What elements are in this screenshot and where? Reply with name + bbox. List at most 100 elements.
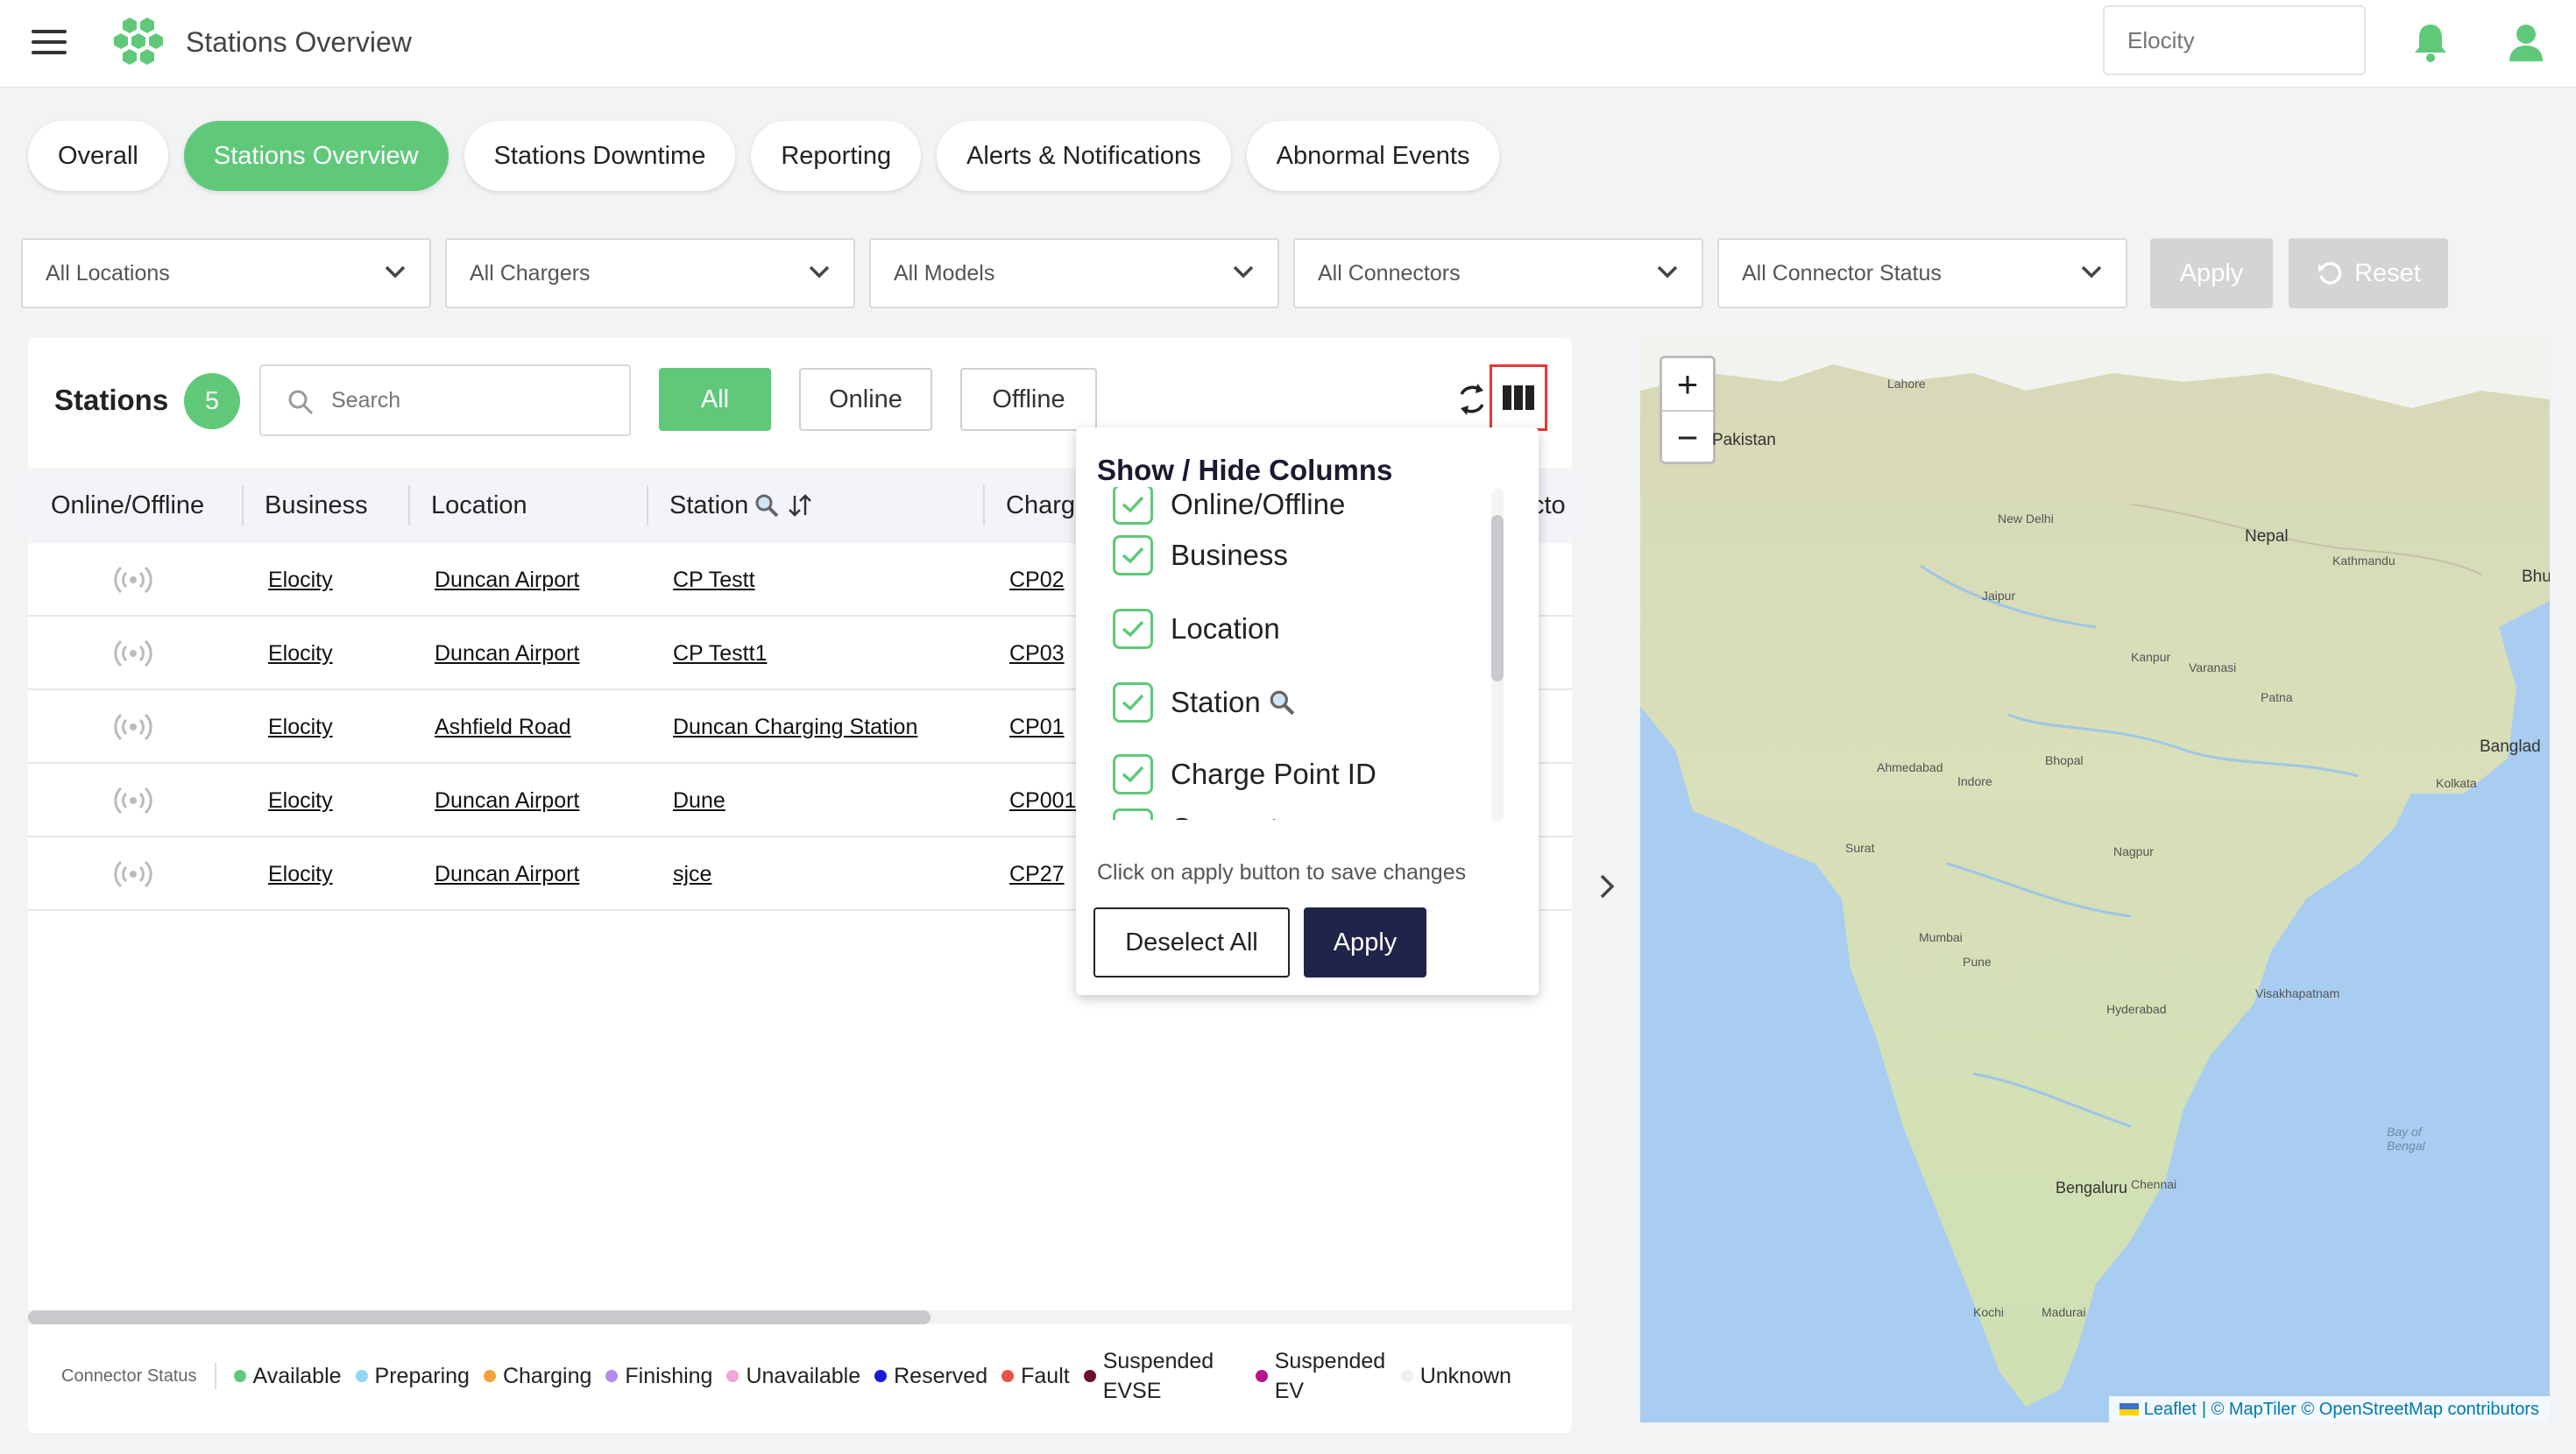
search-icon[interactable] [754,492,780,519]
map-label-nepal: Nepal [2245,527,2289,546]
checkbox-checked-icon[interactable] [1113,485,1153,525]
business-link[interactable]: Elocity [268,690,333,764]
map-label-kochi: Kochi [1973,1305,2005,1319]
columns-list-continued: Charge Point ID [1076,750,1505,802]
business-link[interactable]: Elocity [268,617,333,690]
col-divider [242,485,244,526]
business-link[interactable]: Elocity [268,543,333,617]
filter-online-button[interactable]: Online [799,368,932,431]
location-link[interactable]: Ashfield Road [435,690,571,764]
map-label-bhutan: Bhu [2522,568,2550,586]
map-label-patna: Patna [2261,690,2293,704]
charge-point-link[interactable]: CP001 [1009,764,1076,837]
bell-icon[interactable] [2411,21,2450,63]
deselect-all-button[interactable]: Deselect All [1093,907,1290,978]
charge-point-link[interactable]: CP03 [1009,617,1065,690]
legend-divider [214,1363,216,1389]
menu-icon[interactable] [32,30,67,56]
column-option-station[interactable]: Station [1113,676,1296,729]
leaflet-link[interactable]: Leaflet [2144,1400,2197,1420]
location-link[interactable]: Duncan Airport [435,837,579,911]
col-divider [983,485,985,526]
search-input[interactable] [331,368,612,433]
charge-point-link[interactable]: CP27 [1009,837,1065,911]
col-business[interactable]: Business [265,468,368,543]
reset-filters-button[interactable]: Reset [2289,238,2448,308]
stations-title: Stations [54,384,169,416]
models-select[interactable]: All Models [869,238,1279,308]
checkbox-checked-icon[interactable] [1113,808,1153,820]
apply-columns-button[interactable]: Apply [1304,907,1426,978]
stations-count-badge: 5 [184,373,240,429]
apply-filters-button[interactable]: Apply [2150,238,2273,308]
map-label-pakistan: Pakistan [1712,431,1776,449]
tab-alerts-notifications[interactable]: Alerts & Notifications [937,121,1231,191]
column-option-business[interactable]: Business [1113,529,1288,582]
location-link[interactable]: Duncan Airport [435,764,579,837]
top-bar: Stations Overview [0,0,2576,88]
refresh-icon[interactable] [1454,380,1490,419]
column-option-location[interactable]: Location [1113,603,1280,655]
zoom-in-button[interactable]: + [1662,358,1713,410]
location-link[interactable]: Duncan Airport [435,543,579,617]
station-link[interactable]: CP Testt1 [673,617,767,690]
tab-reporting[interactable]: Reporting [751,121,922,191]
tab-overall[interactable]: Overall [28,121,168,191]
sort-icon[interactable] [787,492,813,519]
popover-scrollbar-thumb[interactable] [1491,515,1504,681]
filter-offline-button[interactable]: Offline [960,368,1097,431]
locations-select[interactable]: All Locations [21,238,431,308]
business-link[interactable]: Elocity [268,837,333,911]
columns-toggle-button[interactable] [1490,364,1547,431]
station-link[interactable]: Duncan Charging Station [673,690,917,764]
charge-point-link[interactable]: CP02 [1009,543,1065,617]
location-link[interactable]: Duncan Airport [435,617,579,690]
map-label-pune: Pune [1963,955,1992,969]
columns-list-clipped: Connector [1076,802,1505,820]
business-link[interactable]: Elocity [268,764,333,837]
connectors-select-value: All Connectors [1318,260,1461,286]
legend-item-unavailable: Unavailable [726,1361,860,1391]
checkbox-checked-icon[interactable] [1113,535,1153,575]
horizontal-scrollbar-thumb[interactable] [28,1310,931,1324]
chargers-select[interactable]: All Chargers [445,238,855,308]
checkbox-checked-icon[interactable] [1113,754,1153,794]
checkbox-checked-icon[interactable] [1113,609,1153,649]
map-label-bengaluru: Bengaluru [2056,1179,2128,1196]
user-icon[interactable] [2508,23,2544,61]
stations-search[interactable] [259,364,631,436]
station-link[interactable]: Dune [673,764,725,837]
tab-abnormal-events[interactable]: Abnormal Events [1246,121,1500,191]
col-divider [408,485,410,526]
column-option-connector[interactable]: Connector [1113,802,1304,820]
organization-input[interactable] [2103,5,2366,75]
zoom-out-button[interactable]: − [1662,412,1713,463]
map[interactable]: + − Pakistan Nepal Bhu Banglad New Delhi… [1640,338,2550,1422]
col-online-offline[interactable]: Online/Offline [51,468,204,543]
tab-stations-overview[interactable]: Stations Overview [183,121,449,191]
station-link[interactable]: sjce [673,837,711,911]
signal-icon [114,566,152,594]
tab-stations-downtime[interactable]: Stations Downtime [464,121,736,191]
popover-note: Click on apply button to save changes [1097,860,1467,885]
chevron-down-icon [809,265,830,279]
checkbox-checked-icon[interactable] [1113,682,1153,723]
map-attribution: Leaflet | © MapTiler © OpenStreetMap con… [2108,1396,2550,1422]
col-station[interactable]: Station [669,468,813,543]
charge-point-link[interactable]: CP01 [1009,690,1065,764]
column-option-charge-point-id-visible[interactable]: Charge Point ID [1113,750,1376,801]
col-location[interactable]: Location [431,468,527,543]
hexagon-logo-icon [114,18,163,65]
col-charge-point[interactable]: Charg [1006,468,1075,543]
chevron-down-icon [1233,265,1254,279]
station-link[interactable]: CP Testt [673,543,755,617]
column-option-online-offline[interactable]: Online/Offline [1113,485,1345,531]
connectors-select[interactable]: All Connectors [1293,238,1703,308]
locations-select-value: All Locations [46,260,170,286]
connector-status-select[interactable]: All Connector Status [1717,238,2127,308]
attribution-links[interactable]: | © MapTiler © OpenStreetMap contributor… [2202,1400,2539,1420]
map-label-madurai: Madurai [2042,1305,2086,1319]
search-icon [1270,690,1295,716]
filter-all-button[interactable]: All [659,368,771,431]
chevron-right-icon[interactable] [1595,869,1621,904]
